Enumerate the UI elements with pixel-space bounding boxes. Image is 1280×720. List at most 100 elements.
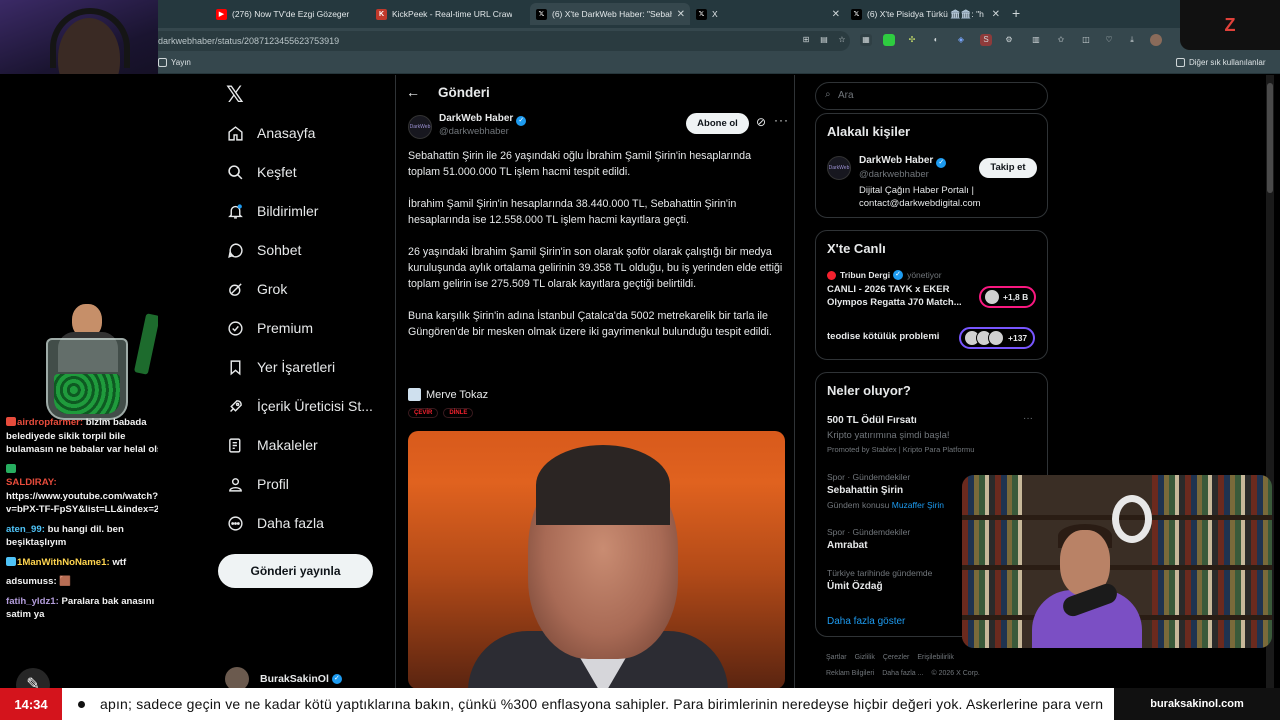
x-icon: 𝕏 [851,8,862,20]
live-item[interactable]: CANLI - 2026 TAYK x EKER Olympos Regatta… [827,283,977,309]
extension-icon[interactable]: S [980,34,992,46]
close-icon[interactable]: ✕ [832,9,840,20]
sidebar-item-premium[interactable]: Premium [218,312,313,344]
mascot-image [28,302,161,420]
subscribe-button[interactable]: Abone ol [686,113,749,134]
browser-tab[interactable]: K KickPeek - Real-time URL Crawler [370,3,530,25]
tab-title: (6) X'te Pisidya Türkü 🏛️🏛️: "h [867,8,984,19]
author-name[interactable]: DarkWeb Haber ✓ [859,155,947,168]
folder-icon [158,58,167,67]
badge-icon [6,556,16,566]
more-options-icon[interactable]: ··· [1023,413,1033,424]
promo-title[interactable]: 500 TL Ödül Fırsatı [827,415,917,426]
reader-icon[interactable]: ▤ [818,34,830,46]
trend-item[interactable]: Ümit Özdağ [827,581,883,592]
rocket-icon [218,398,252,415]
browser-tab-active[interactable]: 𝕏 (6) X'te DarkWeb Haber: "Sebahatt ✕ [530,3,690,25]
sidebar-item-explore[interactable]: Keşfet [218,156,297,188]
post-column: ← Gönderi DarkWeb DarkWeb Haber ✓ @darkwe… [395,75,795,688]
browser-tab[interactable]: 𝕏 X ✕ [690,3,845,25]
bookmark-icon [218,359,252,376]
puzzle-icon[interactable]: ⚙ [1003,34,1015,46]
heart-icon[interactable]: ♡ [1103,34,1115,46]
x-icon: 𝕏 [696,8,707,20]
profile-icon [218,476,252,493]
download-icon[interactable]: ⤓ [1126,34,1138,46]
post-paragraph: Buna karşılık Şirin'in adına İstanbul Ça… [408,310,772,338]
favorites-icon[interactable]: ✩ [1055,34,1067,46]
browser-tabbar: ▶ (276) Now TV'de Ezgi Gözeger ile K Kic… [0,0,1280,28]
extension-icon[interactable] [883,34,895,46]
post-paragraph: İbrahim Şamil Şirin'in hesaplarında 38.4… [408,198,737,226]
tab-title: KickPeek - Real-time URL Crawler [392,9,512,19]
collections-icon[interactable]: ◫ [1080,34,1092,46]
follow-button[interactable]: Takip et [979,158,1037,178]
avatar [225,667,249,688]
split-icon[interactable]: ▥ [1030,34,1042,46]
trend-link[interactable]: Muzaffer Şirin [892,500,944,510]
listener-count[interactable]: +137 [959,327,1036,349]
post-author: DarkWeb DarkWeb Haber ✓ @darkwebhaber Abo… [408,113,788,141]
related-people-card: Alakalı kişiler DarkWeb DarkWeb Haber ✓ @… [815,113,1048,218]
sidebar-item-home[interactable]: Anasayfa [218,117,315,149]
post-button[interactable]: Gönderi yayınla [218,554,373,588]
url-field[interactable]: darkwebhaber/status/2087123455623753919 [150,31,850,51]
translate-tag[interactable]: ÇEVİR [408,408,439,418]
show-more-link[interactable]: Daha fazla göster [827,616,905,627]
listener-count[interactable]: +1,8 B [979,286,1037,308]
chat-message: airdropfarmer: bizim babada belediyede s… [6,417,174,455]
browser-tab[interactable]: ▶ (276) Now TV'de Ezgi Gözeger ile [210,3,370,25]
trend-item[interactable]: Sebahattin Şirin [827,485,903,496]
sidebar-item-grok[interactable]: Grok [218,273,287,305]
post-text: Sebahattin Şirin ile 26 yaşındaki oğlu İ… [408,148,786,356]
sidebar-item-more[interactable]: Daha fazla [218,507,324,539]
stream-screen: ▶ (276) Now TV'de Ezgi Gözeger ile K Kic… [0,0,1280,720]
sidebar-item-creator-studio[interactable]: İçerik Üreticisi St... [218,390,373,422]
space-host: Tribun Dergi ✓ yönetiyor [827,270,942,280]
listen-tag[interactable]: DİNLE [443,408,474,418]
bookmarks-bar: Yayın Diğer sık kullanılanlar [0,54,1280,74]
live-dot-icon [62,688,100,720]
sidebar-item-chat[interactable]: Sohbet [218,234,301,266]
sidebar-item-profile[interactable]: Profil [218,468,289,500]
sidebar-item-bookmarks[interactable]: Yer İşaretleri [218,351,335,383]
close-icon[interactable]: ✕ [992,9,1000,20]
more-options-icon[interactable]: ··· [774,113,789,127]
premium-badge-icon [218,320,252,337]
search-input[interactable]: ⌕ Ara [815,82,1048,110]
author-name[interactable]: DarkWeb Haber ✓ [439,113,527,126]
chat-bubble-icon [218,242,252,259]
grok-icon [218,281,252,298]
author-handle[interactable]: @darkwebhaber [439,126,509,137]
back-arrow-icon[interactable]: ← [406,84,420,100]
extension-icon[interactable]: ◈ [955,34,967,46]
star-icon[interactable]: ☆ [836,34,848,46]
live-item[interactable]: teodise kötülük problemi [827,331,967,342]
verified-badge-icon: ✓ [516,116,527,126]
avatar[interactable]: DarkWeb [408,115,432,139]
youtube-icon: ▶ [216,8,227,20]
grok-icon[interactable]: ⊘ [756,115,766,129]
extension-icon[interactable]: ▦ [860,34,872,46]
sidebar-item-articles[interactable]: Makaleler [218,429,318,461]
new-tab-icon[interactable]: + [1012,5,1020,21]
extension-icon[interactable]: ✣ [906,34,918,46]
channel-logo: Z [1180,0,1280,50]
live-spaces-card: X'te Canlı Tribun Dergi ✓ yönetiyor CANLI… [815,230,1048,360]
post-image[interactable] [408,431,785,688]
close-icon[interactable]: ✕ [677,9,685,20]
newspaper-icon [408,388,421,401]
other-bookmarks[interactable]: Diğer sık kullanılanlar [1176,58,1265,67]
bookmark-item[interactable]: Yayın [158,58,191,67]
page-title: Gönderi [438,84,490,100]
install-icon[interactable]: ⊞ [800,34,812,46]
sidebar-item-notifications[interactable]: Bildirimler [218,195,318,227]
avatar[interactable] [1150,34,1162,46]
tab-title: X [712,9,718,19]
x-logo-icon[interactable]: 𝕏 [226,83,244,108]
trend-item[interactable]: Amrabat [827,540,868,551]
host-avatar [827,270,836,280]
extension-icon[interactable]: ◐ [930,34,942,46]
browser-tab[interactable]: 𝕏 (6) X'te Pisidya Türkü 🏛️🏛️: "h ✕ [845,3,1005,25]
avatar[interactable]: DarkWeb [827,156,851,180]
